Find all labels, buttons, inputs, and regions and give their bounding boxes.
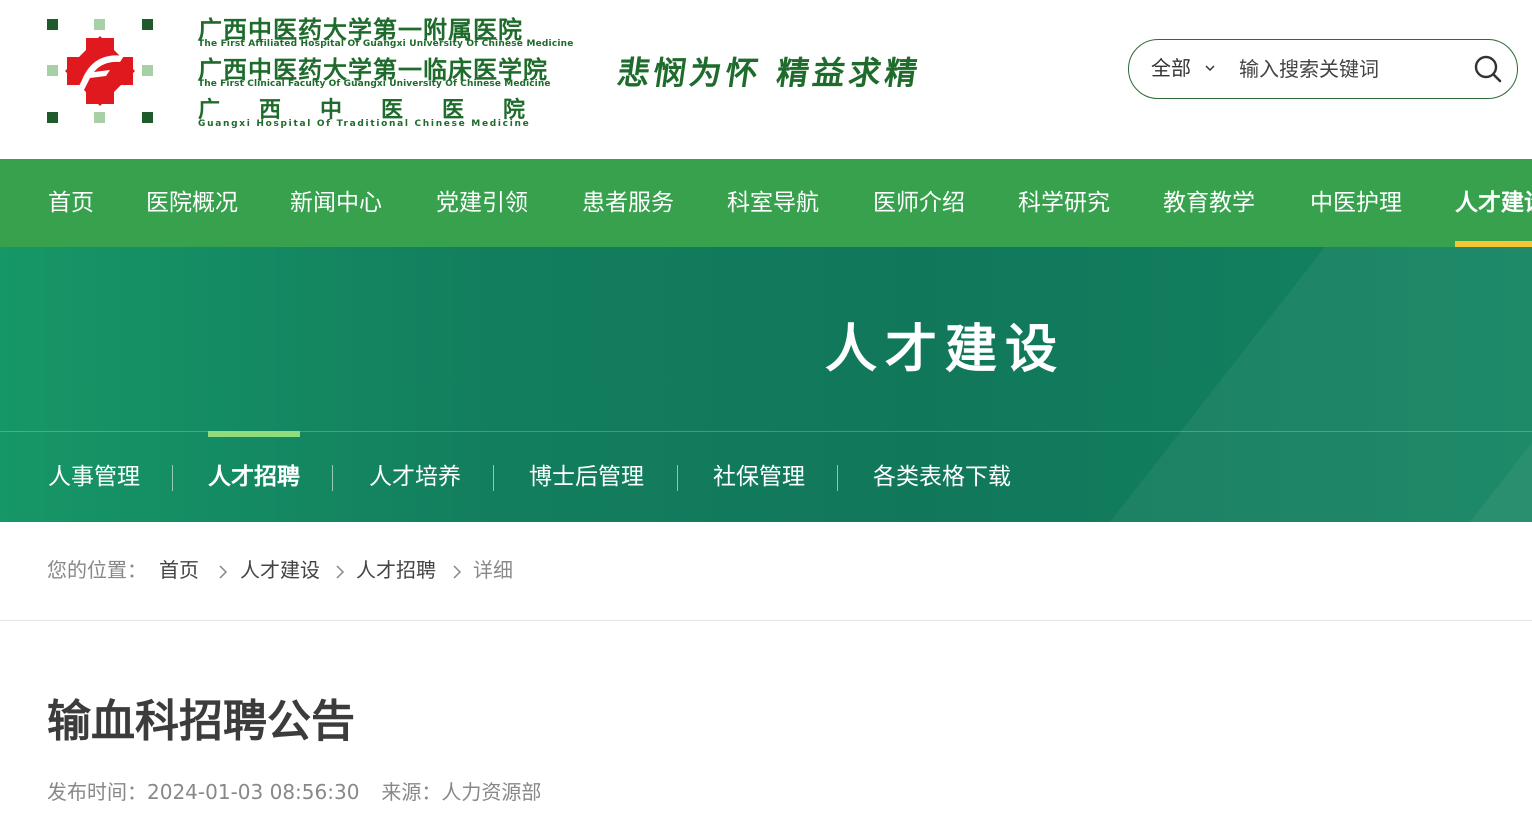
publish-time: 2024-01-03 08:56:30: [147, 780, 360, 804]
breadcrumb-recruitment[interactable]: 人才招聘: [356, 522, 436, 621]
logo-en-line2: The First Clinical Faculty Of Guangxi Un…: [198, 79, 551, 89]
subnav-divider: [172, 465, 173, 491]
section-banner: 人才建设 人事管理 人才招聘 人才培养 博士后管理 社保管理 各类表格下载: [0, 247, 1532, 522]
nav-item-patient-services[interactable]: 患者服务: [582, 159, 674, 247]
nav-item-hospital-overview[interactable]: 医院概况: [146, 159, 238, 247]
nav-item-home[interactable]: 首页: [48, 159, 94, 247]
breadcrumb-prefix: 您的位置：: [47, 558, 147, 582]
subnav-divider: [677, 465, 678, 491]
logo-en-line1: The First Affiliated Hospital Of Guangxi…: [198, 39, 574, 49]
chevron-down-icon[interactable]: [1204, 62, 1216, 74]
subnav-divider: [493, 465, 494, 491]
breadcrumb-home[interactable]: 首页: [159, 522, 199, 621]
subnav-item-postdoc[interactable]: 博士后管理: [529, 442, 644, 512]
subnav-item-form-downloads[interactable]: 各类表格下载: [873, 442, 1011, 512]
hospital-emblem-icon[interactable]: [44, 16, 156, 126]
subnav-item-social-security[interactable]: 社保管理: [713, 442, 805, 512]
search-input[interactable]: [1239, 49, 1459, 89]
nav-item-doctors[interactable]: 医师介绍: [873, 159, 965, 247]
hospital-logo-text[interactable]: 广西中医药大学第一附属医院 The First Affiliated Hospi…: [198, 8, 573, 133]
publish-time-label: 发布时间：: [47, 780, 147, 804]
subnav-item-talent-training[interactable]: 人才培养: [369, 442, 461, 512]
banner-title: 人才建设: [824, 320, 1065, 380]
logo-en-line3: Guangxi Hospital Of Traditional Chinese …: [198, 119, 531, 129]
nav-item-tcm-nursing[interactable]: 中医护理: [1310, 159, 1402, 247]
article-title: 输血科招聘公告: [47, 696, 355, 747]
nav-item-research[interactable]: 科学研究: [1018, 159, 1110, 247]
nav-item-news[interactable]: 新闻中心: [290, 159, 382, 247]
search-icon[interactable]: [1473, 54, 1503, 84]
hospital-motto: 悲悯为怀 精益求精: [615, 54, 924, 92]
source-label: 来源：: [381, 780, 442, 804]
nav-item-talent-label: 人才建设: [1455, 190, 1532, 216]
subnav-divider: [332, 465, 333, 491]
breadcrumb: 您的位置： 首页 人才建设 人才招聘 详细: [0, 522, 1532, 621]
banner-decoration: [1027, 247, 1532, 522]
chevron-right-icon: [336, 565, 345, 579]
article-source: 人力资源部: [441, 780, 542, 804]
nav-item-education[interactable]: 教育教学: [1163, 159, 1255, 247]
chevron-right-icon: [453, 565, 462, 579]
chevron-right-icon: [219, 565, 228, 579]
main-nav: 首页 医院概况 新闻中心 党建引领 患者服务 科室导航 医师介绍 科学研究 教育…: [0, 159, 1532, 247]
nav-item-talent[interactable]: 人才建设: [1455, 159, 1532, 247]
subnav-divider: [837, 465, 838, 491]
breadcrumb-current: 详细: [473, 558, 513, 582]
article-meta: 发布时间：2024-01-03 08:56:30 来源：人力资源部: [47, 776, 541, 805]
nav-item-party-building[interactable]: 党建引领: [436, 159, 528, 247]
search-scope-select[interactable]: 全部: [1151, 40, 1191, 97]
subnav-item-hr-management[interactable]: 人事管理: [48, 442, 140, 512]
nav-item-departments[interactable]: 科室导航: [727, 159, 819, 247]
breadcrumb-talent[interactable]: 人才建设: [240, 522, 320, 621]
search-box: 全部: [1128, 39, 1518, 99]
site-header: 广西中医药大学第一附属医院 The First Affiliated Hospi…: [0, 0, 1532, 159]
subnav-item-recruitment[interactable]: 人才招聘: [208, 431, 300, 512]
